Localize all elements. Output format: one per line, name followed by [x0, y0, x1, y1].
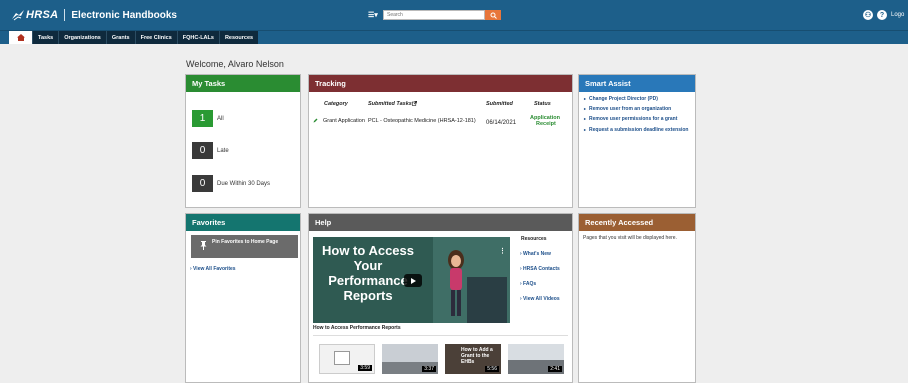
video-duration: 3:37 [422, 366, 436, 372]
smart-assist-label: Change Project Director (PD) [589, 96, 658, 102]
tracking-panel: Tracking Category Submitted Tasks Submit… [308, 74, 573, 208]
tab-grants[interactable]: Grants [105, 31, 135, 44]
faqs-link[interactable]: › FAQs [520, 281, 536, 287]
help-title: Help [309, 214, 572, 231]
video-title: How to Access Performance Reports [313, 325, 401, 331]
thumbnail-art [334, 351, 350, 365]
recently-accessed-title: Recently Accessed [579, 214, 695, 231]
divider [313, 335, 568, 336]
smart-assist-title: Smart Assist [579, 75, 695, 92]
smart-assist-label: Remove user permissions for a grant [589, 116, 678, 122]
recently-accessed-panel: Recently Accessed Pages that you visit w… [578, 213, 696, 383]
hrsa-logo[interactable]: HRSA Electronic Handbooks [11, 8, 177, 22]
tracking-title: Tracking [309, 75, 572, 92]
smart-assist-item[interactable]: Change Project Director (PD) [584, 96, 694, 102]
pin-favorites-label: Pin Favorites to Home Page [212, 239, 279, 245]
favorites-title: Favorites [186, 214, 300, 231]
smart-assist-panel: Smart Assist Change Project Director (PD… [578, 74, 696, 208]
logout-link[interactable]: Logo [891, 12, 904, 18]
smart-assist-item[interactable]: Remove user from an organization [584, 106, 694, 112]
logo-divider [64, 9, 66, 21]
task-label: All [217, 115, 224, 122]
video-thumbnail[interactable]: How to Add a Grant to the EHBs 5:56 [445, 344, 501, 374]
brand-name: HRSA [26, 9, 59, 21]
tab-fqhc-lals[interactable]: FQHC-LALs [176, 31, 219, 44]
video-player[interactable]: How to Access Your Performance Reports ⋮ [313, 237, 510, 323]
help-panel: Help How to Access Your Performance Repo… [308, 213, 573, 383]
recently-accessed-text: Pages that you visit will be displayed h… [583, 235, 677, 241]
hrsa-contacts-link[interactable]: › HRSA Contacts [520, 266, 560, 272]
more-options-icon[interactable]: ⋮ [499, 247, 506, 255]
resources-heading: Resources [521, 236, 547, 242]
task-late[interactable]: 0 Late [192, 142, 229, 159]
row-task[interactable]: PCL - Osteopathic Medicine (HRSA-12-181) [368, 118, 476, 124]
col-submitted: Submitted [486, 101, 513, 107]
video-thumbnail[interactable]: 3:37 [382, 344, 438, 374]
row-submitted: 06/14/2021 [486, 120, 517, 126]
video-desk [467, 277, 507, 323]
view-all-videos-link[interactable]: › View All Videos [520, 296, 560, 302]
menu-icon[interactable]: ☰▾ [368, 11, 378, 19]
help-icon[interactable]: ? [877, 10, 887, 20]
task-count: 0 [192, 142, 213, 159]
video-duration: 2:41 [548, 366, 562, 372]
play-icon [411, 277, 416, 284]
nav-tabs: Tasks Organizations Grants Free Clinics … [9, 31, 259, 44]
pin-icon [200, 241, 207, 250]
my-tasks-panel: My Tasks 1 All 0 Late 0 Due Within 30 Da… [185, 74, 301, 208]
search-input[interactable] [383, 10, 485, 20]
presenter-figure [448, 250, 464, 316]
video-thumbnail[interactable]: 2:41 [508, 344, 564, 374]
search-icon [490, 12, 497, 19]
tab-tasks[interactable]: Tasks [32, 31, 58, 44]
smart-assist-item[interactable]: Request a submission deadline extension [584, 127, 694, 133]
home-tab[interactable] [9, 31, 32, 44]
task-count: 1 [192, 110, 213, 127]
tab-free-clinics[interactable]: Free Clinics [134, 31, 177, 44]
favorites-panel: Favorites Pin Favorites to Home Page › V… [185, 213, 301, 383]
task-due-30[interactable]: 0 Due Within 30 Days [192, 175, 270, 192]
col-category: Category [324, 101, 348, 107]
task-all[interactable]: 1 All [192, 110, 224, 127]
smart-assist-label: Request a submission deadline extension [589, 127, 689, 133]
tab-organizations[interactable]: Organizations [58, 31, 106, 44]
task-label: Due Within 30 Days [217, 180, 271, 187]
edit-icon[interactable] [313, 118, 318, 123]
row-category: Grant Application [323, 118, 365, 124]
tab-resources[interactable]: Resources [218, 31, 258, 44]
task-count: 0 [192, 175, 213, 192]
task-label: Late [217, 147, 229, 154]
video-thumbnail[interactable]: 3:59 [319, 344, 375, 374]
pin-favorites-button[interactable]: Pin Favorites to Home Page [191, 235, 298, 258]
home-icon [16, 34, 25, 41]
external-link-icon [412, 101, 417, 106]
video-duration: 3:59 [358, 365, 372, 371]
header-icons: ⚇ ? Logo [863, 10, 904, 20]
view-all-favorites-link[interactable]: › View All Favorites [190, 266, 236, 272]
smart-assist-label: Remove user from an organization [589, 106, 672, 112]
play-button[interactable] [404, 274, 422, 287]
welcome-message: Welcome, Alvaro Nelson [186, 59, 284, 69]
eagle-icon [12, 10, 24, 21]
thumbnail-caption: How to Add a Grant to the EHBs [461, 347, 493, 365]
col-submitted-tasks: Submitted Tasks [368, 101, 412, 107]
smart-assist-item[interactable]: Remove user permissions for a grant [584, 116, 694, 122]
row-status-2: Receipt [536, 121, 556, 127]
video-duration: 5:56 [485, 366, 499, 372]
app-title: Electronic Handbooks [71, 9, 177, 21]
video-title-overlay: How to Access Your Performance Reports [322, 243, 414, 303]
search-button[interactable] [485, 10, 501, 20]
col-status: Status [534, 101, 551, 107]
user-icon[interactable]: ⚇ [863, 10, 873, 20]
top-bar: HRSA Electronic Handbooks ☰▾ ⚇ ? Logo [0, 0, 908, 30]
my-tasks-title: My Tasks [186, 75, 300, 92]
whats-new-link[interactable]: › What's New [520, 251, 551, 257]
